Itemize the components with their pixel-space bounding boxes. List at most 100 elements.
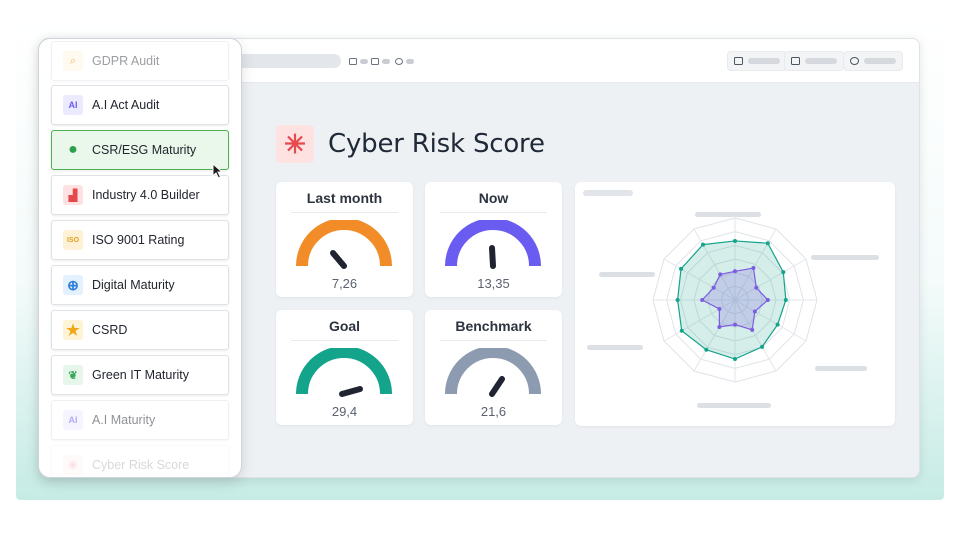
radar-outer-series-point <box>704 347 709 352</box>
gauge-chart <box>296 220 392 269</box>
leaf-icon: ❦ <box>63 365 83 385</box>
radar-inner-series-point <box>711 285 716 290</box>
gauge-card-now: Now 13,35 <box>425 182 562 297</box>
radar-outer-series-point <box>701 242 706 247</box>
menu-item-ai-act-audit[interactable]: AI A.I Act Audit <box>51 85 229 125</box>
radar-chart-card <box>575 182 895 426</box>
search-icon: ⌕ <box>63 51 83 71</box>
gauge-needle <box>489 376 505 397</box>
mouse-cursor-icon <box>212 163 224 179</box>
gauge-needle <box>330 250 347 269</box>
menu-item-label: A.I Act Audit <box>92 98 160 112</box>
gauge-value: 13,35 <box>477 276 510 291</box>
menu-item-gdpr-audit[interactable]: ⌕ GDPR Audit <box>51 41 229 81</box>
gauge-title: Now <box>478 190 509 206</box>
gauge-needle <box>489 245 496 269</box>
ai-chip-icon: AI <box>63 95 83 115</box>
radar-label-placeholder <box>811 255 879 260</box>
radar-inner-series-point <box>718 272 723 277</box>
folder-icon[interactable] <box>349 57 368 65</box>
radar-outer-series-point <box>765 241 770 246</box>
menu-item-green-it-maturity[interactable]: ❦ Green IT Maturity <box>51 355 229 395</box>
gauge-card-benchmark: Benchmark 21,6 <box>425 310 562 425</box>
module-menu-panel: ⌕ GDPR Audit AI A.I Act Audit ● CSR/ESG … <box>38 38 242 478</box>
page-title: Cyber Risk Score <box>328 129 545 159</box>
radar-inner-series-point <box>733 322 737 327</box>
menu-item-label: CSRD <box>92 323 128 337</box>
ai-chip-icon: AI <box>63 410 83 430</box>
menu-item-iso-rating[interactable]: ISO ISO 9001 Rating <box>51 220 229 260</box>
radar-outer-series-point <box>679 266 684 271</box>
add-user-icon <box>850 57 859 65</box>
gauge-value: 7,26 <box>331 276 358 291</box>
menu-item-label: CSR/ESG Maturity <box>92 143 197 157</box>
radar-outer-series-point <box>783 298 788 302</box>
radar-label-placeholder <box>697 403 771 408</box>
iso-icon: ISO <box>63 230 83 250</box>
building-icon <box>791 57 800 65</box>
radar-inner-series-point <box>733 269 737 274</box>
radar-inner-series-point <box>750 327 755 332</box>
menu-item-cyber-risk-score[interactable]: ✳ Cyber Risk Score <box>51 445 229 477</box>
radar-series <box>675 238 788 362</box>
add-folder-button[interactable] <box>727 51 787 71</box>
menu-item-csrd[interactable]: ★ CSRD <box>51 310 229 350</box>
menu-item-label: Digital Maturity <box>92 278 175 292</box>
radar-chart <box>583 190 879 408</box>
menu-item-label: Industry 4.0 Builder <box>92 188 200 202</box>
gauge-arc <box>296 348 392 395</box>
building-icon[interactable] <box>371 57 390 65</box>
radar-inner-series-point <box>700 298 705 302</box>
menu-item-industry-builder[interactable]: ▟ Industry 4.0 Builder <box>51 175 229 215</box>
gauge-card-last-month: Last month 7,26 <box>276 182 413 297</box>
gauge-title: Last month <box>306 190 383 206</box>
radar-title-placeholder <box>583 190 633 196</box>
menu-item-ai-maturity[interactable]: AI A.I Maturity <box>51 400 229 440</box>
gauge-arc <box>296 220 392 267</box>
gauge-chart <box>445 348 541 397</box>
gauge-value: 21,6 <box>480 404 507 419</box>
radar-outer-series-point <box>733 357 737 362</box>
folder-icon <box>734 57 743 65</box>
menu-item-csr-esg-maturity[interactable]: ● CSR/ESG Maturity <box>51 130 229 170</box>
radar-inner-series-point <box>765 298 770 302</box>
user-icon[interactable] <box>395 57 414 65</box>
radar-inner-series-point <box>717 307 722 312</box>
radar-outer-series-point <box>781 270 786 275</box>
menu-item-label: A.I Maturity <box>92 413 156 427</box>
globe-icon: ● <box>68 141 78 158</box>
gauge-title: Benchmark <box>455 318 532 334</box>
asterisk-icon: ✳ <box>276 125 314 163</box>
gauge-title: Goal <box>328 318 361 334</box>
asterisk-icon: ✳ <box>63 455 83 475</box>
radar-inner-series-point <box>717 324 722 329</box>
radar-outer-series-point <box>675 298 680 302</box>
menu-item-label: ISO 9001 Rating <box>92 233 185 247</box>
page-header: ✳ Cyber Risk Score <box>276 125 545 163</box>
radar-outer-series-point <box>775 322 780 327</box>
factory-icon: ▟ <box>63 185 83 205</box>
radar-inner-series-point <box>751 266 756 271</box>
radar-label-placeholder <box>587 345 643 350</box>
radar-label-placeholder <box>815 366 867 371</box>
radar-inner-series-point <box>752 309 757 314</box>
add-user-button[interactable] <box>843 51 903 71</box>
radar-label-placeholder <box>695 212 761 217</box>
gauge-needle <box>339 386 363 397</box>
radar-outer-series-point <box>733 238 737 243</box>
menu-item-label: GDPR Audit <box>92 54 160 68</box>
radar-outer-series-point <box>760 344 765 349</box>
radar-label-placeholder <box>599 272 655 277</box>
gauge-card-goal: Goal 29,4 <box>276 310 413 425</box>
radar-inner-series-point <box>754 285 759 290</box>
radar-outer-series-point <box>679 328 684 333</box>
gauge-chart <box>296 348 392 397</box>
menu-item-digital-maturity[interactable]: ⊕ Digital Maturity <box>51 265 229 305</box>
globe-icon: ⊕ <box>63 275 83 295</box>
gauge-chart <box>445 220 541 269</box>
menu-item-label: Green IT Maturity <box>92 368 190 382</box>
gauge-value: 29,4 <box>331 404 358 419</box>
star-icon: ★ <box>63 320 83 340</box>
add-company-button[interactable] <box>784 51 844 71</box>
menu-item-label: Cyber Risk Score <box>92 458 190 472</box>
